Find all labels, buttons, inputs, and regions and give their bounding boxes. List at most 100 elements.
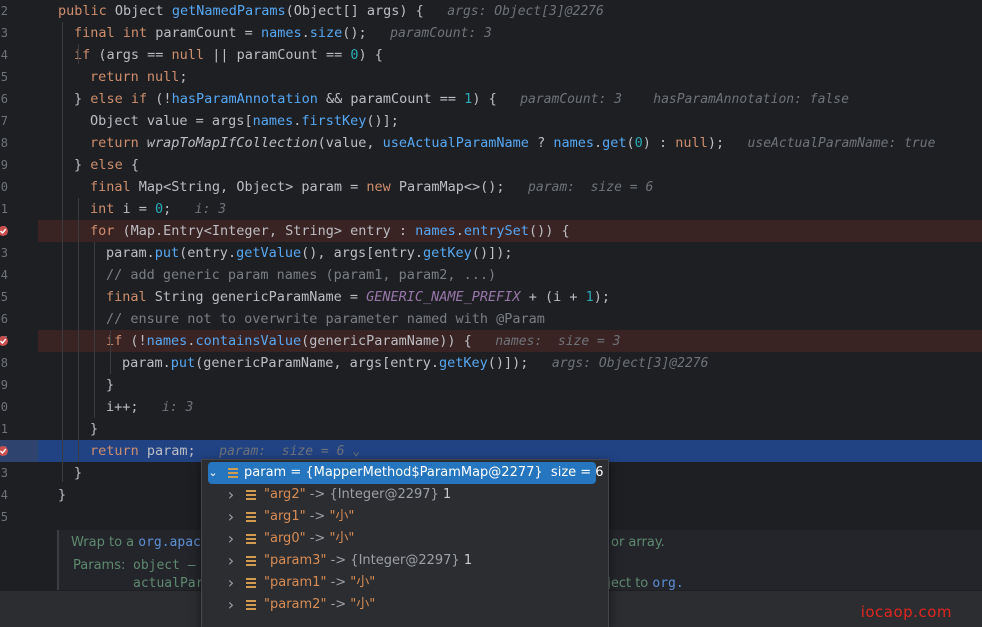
code-line[interactable]: 0 i++; i: 3 [0, 396, 982, 418]
inline-debug-value[interactable]: i: 3 [171, 202, 226, 217]
code-text[interactable]: } [90, 418, 98, 440]
code-line[interactable]: 5 final String genericParamName = GENERIC… [0, 286, 982, 308]
chevron-down-icon[interactable]: ⌄ [344, 444, 360, 459]
tree-root-node[interactable]: ⌄ param = {MapperMethod$ParamMap@2277} s… [208, 462, 604, 484]
code-line[interactable]: 0 final Map<String, Object> param = new P… [0, 176, 982, 198]
line-number[interactable]: 6 [0, 308, 8, 330]
line-number[interactable]: 3 [0, 22, 8, 44]
code-editor[interactable]: 2 public Object getNamedParams(Object[] a… [0, 0, 982, 627]
code-text[interactable]: final Map<String, Object> param = new Pa… [90, 176, 653, 198]
code-line[interactable]: 5 return null; [0, 66, 982, 88]
line-number[interactable]: 5 [0, 506, 8, 528]
line-number[interactable]: 3 [0, 242, 8, 264]
doc-line-1-suffix: or array. [611, 535, 665, 550]
code-text[interactable]: } [106, 374, 114, 396]
line-number[interactable]: 9 [0, 374, 8, 396]
code-text[interactable]: for (Map.Entry<Integer, String> entry : … [90, 220, 570, 242]
line-number[interactable]: 8 [0, 132, 8, 154]
inline-debug-value[interactable]: paramCount: 3 hasParamAnnotation: false [497, 92, 849, 107]
chevron-right-icon[interactable]: › [226, 528, 236, 550]
line-number[interactable]: 4 [0, 264, 8, 286]
code-line[interactable]: 4 if (args == null || paramCount == 0) { [0, 44, 982, 66]
code-text[interactable]: final String genericParamName = GENERIC_… [106, 286, 610, 308]
chevron-down-icon[interactable]: ⌄ [208, 462, 218, 484]
code-line[interactable]: 7if (!names.containsValue(genericParamNa… [0, 330, 982, 352]
breakpoint-icon[interactable] [0, 225, 8, 237]
code-line[interactable]: 9 } else { [0, 154, 982, 176]
chevron-right-icon[interactable]: › [226, 594, 236, 616]
code-line[interactable]: 2for (Map.Entry<Integer, String> entry :… [0, 220, 982, 242]
line-number[interactable]: 1 [0, 418, 8, 440]
line-number[interactable]: 5 [0, 66, 8, 88]
line-number[interactable]: 9 [0, 154, 8, 176]
code-text[interactable]: } [74, 462, 82, 484]
chevron-right-icon[interactable]: › [226, 506, 236, 528]
tree-child-node[interactable]: › "arg1" -> "小" [202, 506, 608, 528]
code-text[interactable]: } [58, 484, 66, 506]
line-number[interactable]: 1 [0, 198, 8, 220]
tree-child-node[interactable]: › "arg0" -> "小" [202, 528, 608, 550]
code-text[interactable]: } else { [74, 154, 139, 176]
code-text[interactable]: public Object getNamedParams(Object[] ar… [58, 0, 604, 22]
code-line[interactable]: 3 final int paramCount = names.size(); pa… [0, 22, 982, 44]
code-text[interactable]: if (!names.containsValue(genericParamNam… [106, 330, 621, 352]
inline-debug-value[interactable]: args: Object[3]@2276 [424, 4, 604, 19]
code-text[interactable]: final int paramCount = names.size(); par… [74, 22, 492, 44]
code-line[interactable]: 1 int i = 0; i: 3 [0, 198, 982, 220]
inline-debug-value[interactable]: param: size = 6 [196, 444, 344, 459]
line-number[interactable]: 4 [0, 44, 8, 66]
code-text[interactable]: if (args == null || paramCount == 0) { [74, 44, 383, 66]
line-number[interactable]: 4 [0, 484, 8, 506]
watermark: iocaop.com [860, 603, 952, 621]
chevron-right-icon[interactable]: › [226, 550, 236, 572]
code-line[interactable]: 1} [0, 418, 982, 440]
inline-debug-value[interactable]: useActualParamName: true [724, 136, 936, 151]
chevron-right-icon[interactable]: › [226, 484, 236, 506]
code-text[interactable]: return null; [90, 66, 188, 88]
code-text[interactable]: // add generic param names (param1, para… [106, 264, 496, 286]
line-number[interactable]: 7 [0, 110, 8, 132]
code-text[interactable]: int i = 0; i: 3 [90, 198, 226, 220]
code-line[interactable]: 8 param.put(genericParamName, args[entry.… [0, 352, 982, 374]
code-text[interactable]: i++; i: 3 [106, 396, 193, 418]
code-line[interactable]: 8 return wrapToMapIfCollection(value, use… [0, 132, 982, 154]
code-text[interactable]: param.put(entry.getValue(), args[entry.g… [106, 242, 512, 264]
code-text[interactable]: // ensure not to overwrite parameter nam… [106, 308, 545, 330]
line-number[interactable]: 6 [0, 88, 8, 110]
breakpoint-icon[interactable] [0, 335, 8, 347]
line-number[interactable]: 2 [0, 0, 8, 22]
code-line[interactable]: 7 Object value = args[names.firstKey()]; [0, 110, 982, 132]
breakpoint-icon[interactable] [0, 445, 8, 457]
code-line[interactable]: 6 // ensure not to overwrite parameter na… [0, 308, 982, 330]
code-line[interactable]: 3 param.put(entry.getValue(), args[entry.… [0, 242, 982, 264]
doc-text: Wrap to a [71, 535, 139, 550]
code-text[interactable]: return wrapToMapIfCollection(value, useA… [90, 132, 935, 154]
debug-variable-popup[interactable]: ⌄ param = {MapperMethod$ParamMap@2277} s… [201, 459, 609, 627]
code-text[interactable]: param.put(genericParamName, args[entry.g… [122, 352, 708, 374]
chevron-right-icon[interactable]: › [226, 572, 236, 594]
inline-debug-value[interactable]: names: size = 3 [472, 334, 620, 349]
line-number[interactable]: 5 [0, 286, 8, 308]
code-text[interactable]: } else if (!hasParamAnnotation && paramC… [74, 88, 849, 110]
doc-link[interactable]: org. [652, 576, 683, 591]
tree-child-node[interactable]: › "param1" -> "小" [202, 572, 608, 594]
map-arrow: -> [305, 509, 330, 524]
tree-child-node[interactable]: › "param2" -> "小" [202, 594, 608, 616]
line-number[interactable]: 3 [0, 462, 8, 484]
inline-debug-value[interactable]: i: 3 [139, 400, 193, 415]
inline-debug-value[interactable]: paramCount: 3 [367, 26, 492, 41]
tree-child-node[interactable]: › "param3" -> {Integer@2297} 1 [202, 550, 608, 572]
code-line[interactable]: 4 // add generic param names (param1, par… [0, 264, 982, 286]
map-arrow: -> [326, 575, 351, 590]
line-number[interactable]: 0 [0, 396, 8, 418]
code-line[interactable]: 9} [0, 374, 982, 396]
code-line[interactable]: 2 public Object getNamedParams(Object[] a… [0, 0, 982, 22]
line-number[interactable]: 0 [0, 176, 8, 198]
tree-child-node[interactable]: › "arg2" -> {Integer@2297} 1 [202, 484, 608, 506]
line-number[interactable]: 8 [0, 352, 8, 374]
code-text[interactable]: Object value = args[names.firstKey()]; [90, 110, 399, 132]
inline-debug-value[interactable]: args: Object[3]@2276 [528, 356, 709, 371]
code-token: (! [155, 91, 172, 107]
code-line[interactable]: 6 } else if (!hasParamAnnotation && param… [0, 88, 982, 110]
inline-debug-value[interactable]: param: size = 6 [505, 180, 653, 195]
